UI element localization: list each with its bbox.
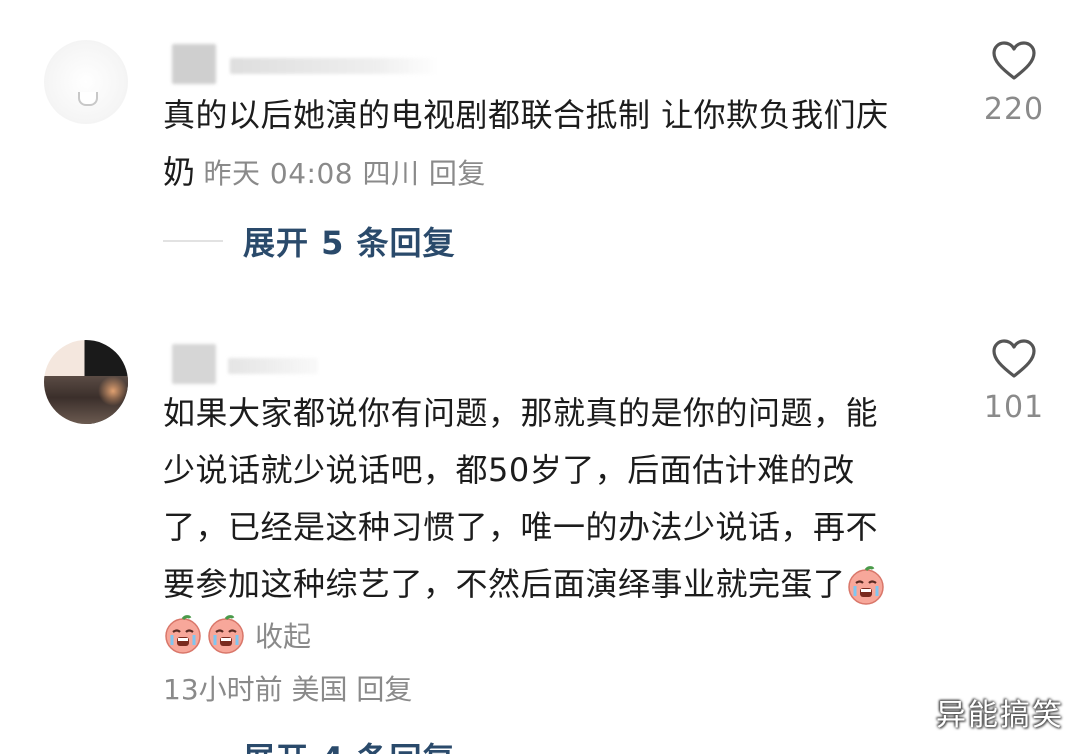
like-button[interactable]: 101 [974, 338, 1054, 425]
comment-line: 如果大家都说你有问题，那就真的是你的问题，能 [163, 394, 879, 432]
username-blurred [230, 58, 440, 74]
comment-meta[interactable]: 昨天 04:08 四川 回复 [204, 157, 486, 190]
like-count: 101 [983, 390, 1045, 425]
emoji-row: 收起 [163, 610, 311, 660]
comment-line: 真的以后她演的电视剧都联合抵制 让你欺负我们庆 [163, 96, 889, 134]
heart-outline-icon [992, 339, 1036, 378]
crying-face-emoji [163, 615, 203, 655]
expand-replies-button[interactable]: 展开 4 条回复 [163, 734, 456, 754]
like-button[interactable]: 220 [974, 40, 1054, 127]
divider-line [163, 240, 223, 242]
username-blurred [228, 358, 318, 374]
like-count: 220 [983, 92, 1045, 127]
comments-screen: 真的以后她演的电视剧都联合抵制 让你欺负我们庆 奶昨天 04:08 四川 回复 … [0, 0, 1080, 754]
heart-outline-icon [992, 41, 1036, 80]
comment-line-text: 奶 [163, 153, 196, 191]
comment-text: 如果大家都说你有问题，那就真的是你的问题，能 少说话就少说话吧，都50岁了，后面… [163, 385, 953, 613]
avatar-photo-highlight [98, 376, 128, 406]
avatar[interactable] [44, 40, 128, 124]
comment-meta[interactable]: 13小时前 美国 回复 [163, 668, 412, 708]
username-blurred [172, 44, 216, 84]
expand-replies-label: 展开 4 条回复 [243, 734, 456, 754]
avatar[interactable] [44, 340, 128, 424]
avatar-glyph [78, 92, 98, 106]
comment-line-text: 要参加这种综艺了，不然后面演绎事业就完蛋了 [163, 565, 846, 603]
expand-replies-button[interactable]: 展开 5 条回复 [163, 218, 456, 264]
comment-line: 了，已经是这种习惯了，唯一的办法少说话，再不 [163, 508, 879, 546]
expand-replies-label: 展开 5 条回复 [243, 224, 456, 262]
comment-line: 要参加这种综艺了，不然后面演绎事业就完蛋了 [163, 556, 953, 613]
crying-face-emoji [846, 566, 886, 606]
collapse-button[interactable]: 收起 [255, 615, 311, 655]
username-blurred [172, 344, 216, 384]
comment-line: 少说话就少说话吧，都50岁了，后面估计难的改 [163, 451, 855, 489]
watermark: 异能搞笑 [936, 698, 1064, 733]
comment-line: 奶昨天 04:08 四川 回复 [163, 144, 953, 202]
comment-text: 真的以后她演的电视剧都联合抵制 让你欺负我们庆 奶昨天 04:08 四川 回复 [163, 87, 953, 202]
crying-face-emoji [206, 615, 246, 655]
